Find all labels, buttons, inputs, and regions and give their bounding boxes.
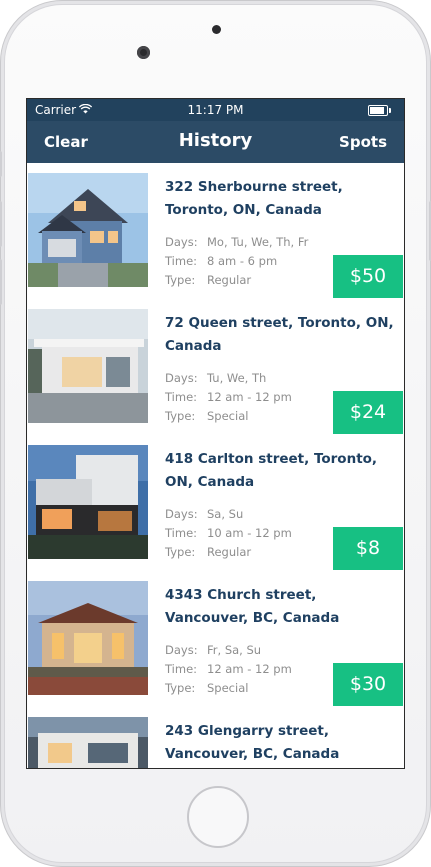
listing-address: 243 Glengarry street, Vancouver, BC, Can… — [165, 723, 340, 762]
mute-switch — [0, 151, 2, 177]
price-badge: $24 — [333, 391, 403, 434]
history-list: 322 Sherbourne street, Toronto, ON, Cana… — [27, 163, 404, 768]
home-button[interactable] — [187, 786, 249, 848]
list-item[interactable]: 243 Glengarry street, Vancouver, BC, Can… — [27, 707, 404, 768]
time-value: 12 am - 12 pm — [207, 662, 292, 676]
speaker-dot — [212, 25, 221, 34]
type-label: Type: — [165, 409, 196, 423]
time-value: 12 am - 12 pm — [207, 390, 292, 404]
days-value: Sa, Su — [207, 507, 244, 521]
price-badge: $50 — [333, 255, 403, 298]
type-value: Regular — [207, 273, 252, 287]
type-label: Type: — [165, 545, 196, 559]
type-label: Type: — [165, 681, 196, 695]
time-label: Time: — [165, 526, 198, 540]
volume-up-button — [0, 201, 2, 247]
days-label: Days: — [165, 507, 198, 521]
status-bar: Carrier 11:17 PM — [27, 99, 404, 121]
listing-address: 4343 Church street, Vancouver, BC, Canad… — [165, 587, 340, 626]
list-item[interactable]: 418 Carlton street, Toronto, ON, Canada … — [27, 435, 404, 571]
days-value: Mo, Tu, We, Th, Fr — [207, 235, 309, 249]
time-label: Time: — [165, 254, 198, 268]
house-photo — [28, 173, 148, 287]
price-badge: $8 — [333, 527, 403, 570]
list-item[interactable]: 72 Queen street, Toronto, ON, Canada Day… — [27, 299, 404, 435]
days-value: Fr, Sa, Su — [207, 643, 262, 657]
time-label: Time: — [165, 390, 198, 404]
type-value: Special — [207, 681, 249, 695]
time-label: Time: — [165, 662, 198, 676]
battery-icon — [368, 105, 391, 116]
listing-address: 418 Carlton street, Toronto, ON, Canada — [165, 451, 378, 490]
list-item[interactable]: 4343 Church street, Vancouver, BC, Canad… — [27, 571, 404, 707]
front-camera — [137, 46, 150, 59]
spots-button[interactable]: Spots — [339, 133, 387, 151]
listing-details: Days: Tu, We, Th Time: 12 am - 12 pm Type:… — [165, 369, 292, 426]
listing-address: 322 Sherbourne street, Toronto, ON, Cana… — [165, 179, 343, 218]
status-time: 11:17 PM — [187, 103, 244, 117]
time-value: 10 am - 12 pm — [207, 526, 292, 540]
house-photo — [28, 717, 148, 768]
days-value: Tu, We, Th — [207, 371, 267, 385]
type-label: Type: — [165, 273, 196, 287]
type-value: Regular — [207, 545, 252, 559]
listing-details: Days: Fr, Sa, Su Time: 12 am - 12 pm Type:… — [165, 641, 292, 698]
days-label: Days: — [165, 643, 198, 657]
house-photo — [28, 445, 148, 559]
house-photo — [28, 581, 148, 695]
days-label: Days: — [165, 371, 198, 385]
days-label: Days: — [165, 235, 198, 249]
listing-details: Days: Sa, Su Time: 10 am - 12 pm Type: Regu… — [165, 505, 292, 562]
listing-details: Days: Mo, Tu, We, Th, Fr Time: 8 am - 6 pm… — [165, 233, 308, 290]
navigation-bar: Clear History Spots — [27, 121, 404, 163]
type-value: Special — [207, 409, 249, 423]
time-value: 8 am - 6 pm — [207, 254, 278, 268]
price-badge: $30 — [333, 663, 403, 706]
listing-address: 72 Queen street, Toronto, ON, Canada — [165, 315, 394, 354]
app-screen: Carrier 11:17 PM Clear History Spots 322… — [26, 98, 405, 769]
volume-down-button — [0, 259, 2, 305]
house-photo — [28, 309, 148, 423]
list-item[interactable]: 322 Sherbourne street, Toronto, ON, Cana… — [27, 163, 404, 299]
